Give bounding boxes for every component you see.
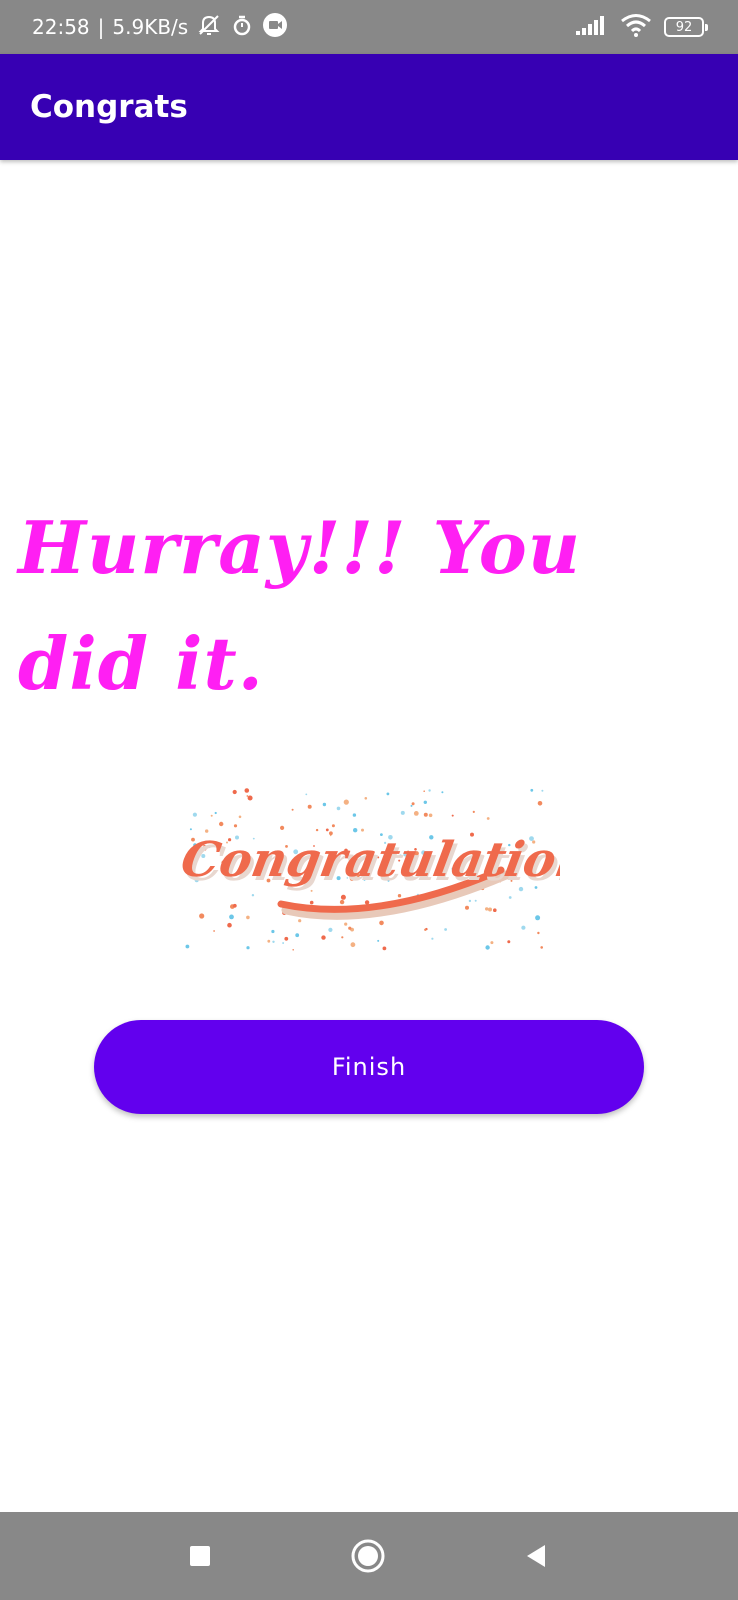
wifi-icon bbox=[620, 13, 652, 41]
status-left: 22:58 | 5.9KB/s bbox=[32, 0, 288, 54]
finish-button-label: Finish bbox=[331, 1053, 407, 1081]
home-circle-icon[interactable] bbox=[346, 1534, 390, 1578]
status-time: 22:58 bbox=[32, 15, 90, 39]
video-call-icon bbox=[262, 12, 288, 43]
screen: 22:58 | 5.9KB/s 92 Congrats Hurray!!! Yo… bbox=[0, 0, 738, 1600]
finish-button[interactable]: Finish bbox=[94, 1020, 644, 1114]
app-bar: Congrats bbox=[0, 54, 738, 160]
status-separator: | bbox=[97, 15, 105, 39]
status-bar: 22:58 | 5.9KB/s 92 bbox=[0, 0, 738, 54]
signal-icon bbox=[574, 14, 608, 40]
svg-text:Congratulations!: Congratulations! bbox=[177, 832, 560, 888]
navigation-bar bbox=[0, 1512, 738, 1600]
bell-muted-icon bbox=[196, 12, 222, 43]
congratulations-image: Congratulations! Congratulations! bbox=[176, 780, 647, 960]
app-title: Congrats bbox=[30, 89, 188, 125]
timer-icon bbox=[230, 13, 254, 42]
status-right: 92 bbox=[574, 0, 708, 54]
battery-icon: 92 bbox=[664, 17, 708, 37]
back-triangle-icon[interactable] bbox=[514, 1534, 558, 1578]
battery-level: 92 bbox=[675, 19, 693, 35]
status-net-speed: 5.9KB/s bbox=[112, 15, 189, 39]
headline-text: Hurray!!! You did it. bbox=[18, 505, 582, 706]
recents-square-icon[interactable] bbox=[178, 1534, 222, 1578]
